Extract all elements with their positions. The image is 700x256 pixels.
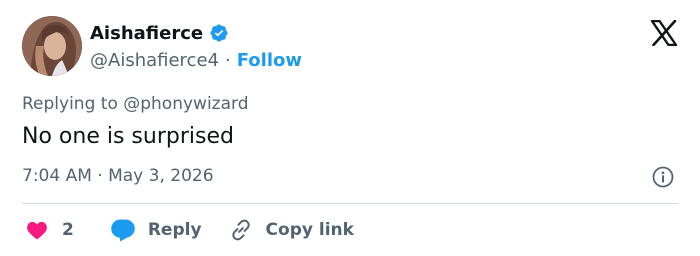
author-name-row: Aishafierce [90,20,229,46]
reply-label: Reply [147,220,202,240]
avatar[interactable] [22,16,82,76]
author-handle[interactable]: @Aishafierce4 [90,50,219,71]
heart-icon [27,221,47,240]
like-count: 2 [62,220,74,240]
replying-to-text: Replying to @phonywizard [22,94,249,114]
follow-button[interactable]: Follow [237,50,302,71]
tweet-timestamp[interactable]: 7:04 AM · May 3, 2026 [22,166,214,186]
info-glyph [652,166,674,188]
tweet-text: No one is surprised [22,124,234,149]
author-display-name[interactable]: Aishafierce [90,23,203,44]
link-icon [231,219,250,241]
x-logo-icon[interactable] [650,20,678,46]
reply-button[interactable]: Reply [110,218,202,242]
action-bar: 2 Reply Copy link [26,216,354,244]
handle-separator: · [224,49,231,71]
copy-link-label: Copy link [265,220,354,240]
divider [22,203,678,204]
reply-bubble-icon [111,219,135,242]
verified-badge-icon [210,24,228,42]
like-button[interactable]: 2 [26,219,74,241]
author-handle-row: @Aishafierce4 · Follow [90,48,302,72]
x-logo-glyph [650,20,678,46]
tweet-card: Aishafierce @Aishafierce4 · Follow Reply… [0,0,700,256]
copy-link-button[interactable]: Copy link [228,217,354,243]
info-icon[interactable] [652,166,674,188]
avatar-image [22,16,82,76]
